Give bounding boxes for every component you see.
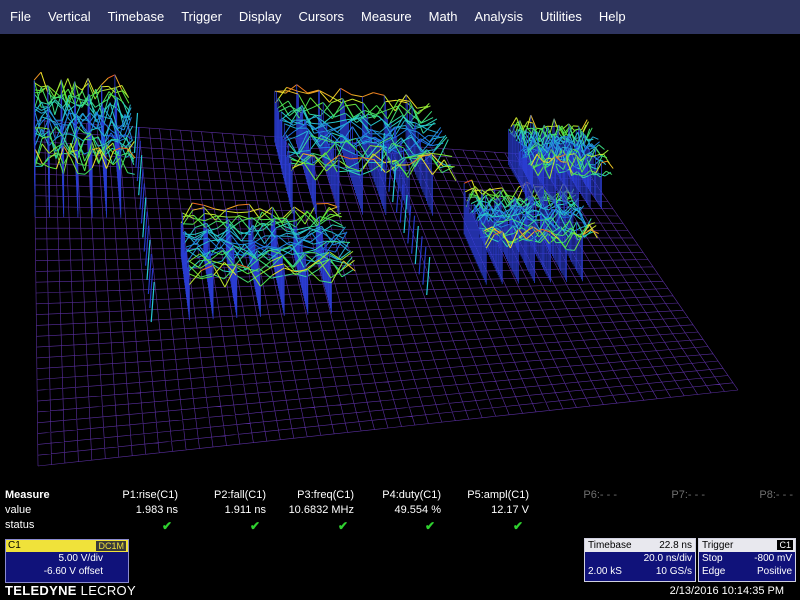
menu-timebase[interactable]: Timebase	[99, 0, 173, 34]
param-p4-name[interactable]: P4:duty(C1)	[351, 489, 441, 501]
timebase-samples: 2.00 kS	[588, 566, 622, 577]
trigger-mode: Stop	[702, 553, 723, 564]
menu-file[interactable]: File	[0, 0, 39, 34]
status-row-label: status	[5, 519, 35, 531]
menu-trigger[interactable]: Trigger	[172, 0, 230, 34]
trigger-descriptor[interactable]: Trigger C1 Stop -800 mV Edge Positive	[698, 538, 796, 582]
trigger-label: Trigger	[702, 540, 734, 551]
trigger-header: Trigger C1	[699, 539, 795, 552]
param-p5-name[interactable]: P5:ampl(C1)	[439, 489, 529, 501]
param-p1-name[interactable]: P1:rise(C1)	[88, 489, 178, 501]
waveform-3d-plot	[33, 71, 739, 467]
menu-help[interactable]: Help	[590, 0, 634, 34]
channel-name: C1	[8, 540, 21, 551]
param-p1-value: 1.983 ns	[135, 504, 178, 516]
channel-c1-descriptor[interactable]: C1 DC1M 5.00 V/div -6.60 V offset	[5, 539, 129, 583]
trigger-row-1: Stop -800 mV	[699, 552, 795, 565]
param-p5-status-check-icon: ✔	[512, 519, 523, 533]
menu-utilities[interactable]: Utilities	[531, 0, 590, 34]
param-p2-value: 1.911 ns	[224, 504, 266, 516]
brand-logo: TELEDYNE LECROY	[5, 583, 136, 598]
timestamp: 2/13/2016 10:14:35 PM	[669, 585, 784, 597]
timebase-descriptor[interactable]: Timebase 22.8 ns 20.0 ns/div 2.00 kS 10 …	[584, 538, 696, 582]
param-p1-status-check-icon: ✔	[161, 519, 172, 533]
timebase-row-2: 2.00 kS 10 GS/s	[585, 565, 695, 578]
timebase-label: Timebase	[588, 540, 632, 551]
channel-vdiv: 5.00 V/div	[58, 553, 103, 564]
param-p2-name[interactable]: P2:fall(C1)	[176, 489, 266, 501]
menu-math[interactable]: Math	[420, 0, 466, 34]
measure-header-row: Measure P1:rise(C1) P2:fall(C1) P3:freq(C1…	[0, 489, 800, 504]
param-p3-value: 10.6832 MHz	[288, 504, 354, 516]
value-row-label: value	[5, 504, 32, 516]
timebase-per-div: 20.0 ns/div	[643, 553, 692, 564]
timebase-delay: 22.8 ns	[659, 540, 692, 551]
measure-status-row: status ✔ ✔ ✔ ✔ ✔	[0, 519, 800, 534]
param-p7-name[interactable]: P7:- - -	[615, 489, 705, 501]
trigger-source: C1	[777, 540, 793, 550]
menu-bar: File Vertical Timebase Trigger Display Cursor…	[0, 0, 800, 34]
menu-vertical[interactable]: Vertical	[39, 0, 99, 34]
timebase-rate: 10 GS/s	[655, 566, 692, 577]
waveform-pulse-high-3	[508, 114, 614, 209]
param-p4-value: 49.554 %	[394, 504, 441, 516]
timebase-row-1: 20.0 ns/div	[585, 552, 695, 565]
param-p2-status-check-icon: ✔	[249, 519, 260, 533]
persistence-3d-display	[0, 34, 800, 486]
waveform-pulse-high-2	[274, 84, 457, 216]
trigger-slope: Positive	[756, 566, 792, 577]
waveform-pulse-high-1	[33, 71, 136, 218]
param-p3-name[interactable]: P3:freq(C1)	[264, 489, 354, 501]
measure-title: Measure	[5, 489, 50, 501]
param-p4-status-check-icon: ✔	[424, 519, 435, 533]
menu-analysis[interactable]: Analysis	[466, 0, 531, 34]
trigger-level: -800 mV	[754, 553, 792, 564]
measure-value-row: value 1.983 ns 1.911 ns 10.6832 MHz 49.554 …	[0, 504, 800, 519]
param-p8-name[interactable]: P8:- - -	[703, 489, 793, 501]
channel-offset: -6.60 V offset	[43, 566, 103, 577]
trigger-type: Edge	[702, 566, 726, 577]
channel-c1-header: C1 DC1M	[6, 540, 128, 552]
trigger-row-2: Edge Positive	[699, 565, 795, 578]
timebase-header: Timebase 22.8 ns	[585, 539, 695, 552]
menu-display[interactable]: Display	[230, 0, 290, 34]
channel-coupling: DC1M	[96, 541, 126, 551]
measure-table: Measure P1:rise(C1) P2:fall(C1) P3:freq(C1…	[0, 489, 800, 537]
brand-rest: LECROY	[76, 583, 136, 598]
menu-measure[interactable]: Measure	[352, 0, 420, 34]
param-p5-value: 12.17 V	[491, 504, 529, 516]
param-p6-name[interactable]: P6:- - -	[527, 489, 617, 501]
menu-cursors[interactable]: Cursors	[290, 0, 353, 34]
param-p3-status-check-icon: ✔	[337, 519, 348, 533]
brand-bold: TELEDYNE	[5, 583, 77, 598]
